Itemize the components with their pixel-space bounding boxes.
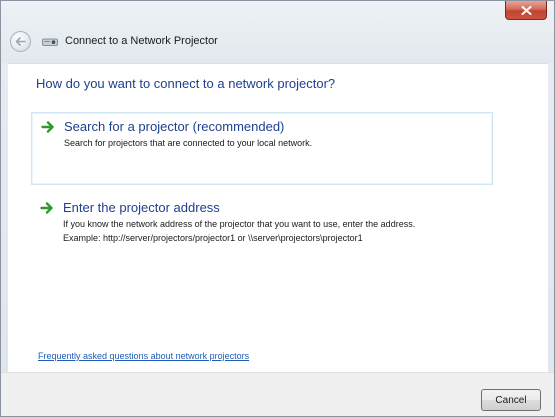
title-bar: Connect to a Network Projector <box>1 1 554 63</box>
option-search-projector[interactable]: Search for a projector (recommended) Sea… <box>31 112 493 185</box>
window-title: Connect to a Network Projector <box>65 35 218 47</box>
close-icon <box>521 5 531 15</box>
green-arrow-icon <box>41 121 54 133</box>
green-arrow-icon <box>40 202 53 214</box>
option-title: Enter the projector address <box>63 200 220 215</box>
option-description-line1: If you know the network address of the p… <box>63 219 416 229</box>
close-button[interactable] <box>505 1 547 20</box>
option-title: Search for a projector (recommended) <box>64 119 285 134</box>
option-description: Search for projectors that are connected… <box>64 138 313 148</box>
option-description-line2: Example: http://server/projectors/projec… <box>63 233 363 243</box>
content-pane: How do you want to connect to a network … <box>8 63 548 372</box>
faq-link[interactable]: Frequently asked questions about network… <box>38 351 249 361</box>
dialog-window: Connect to a Network Projector How do yo… <box>0 0 555 417</box>
main-question: How do you want to connect to a network … <box>36 76 336 91</box>
network-projector-icon <box>42 38 58 46</box>
back-button[interactable] <box>10 31 31 52</box>
back-arrow-icon <box>15 37 26 46</box>
option-enter-address[interactable]: Enter the projector address If you know … <box>31 194 493 264</box>
cancel-button[interactable]: Cancel <box>481 389 541 411</box>
footer-bar <box>1 372 554 416</box>
